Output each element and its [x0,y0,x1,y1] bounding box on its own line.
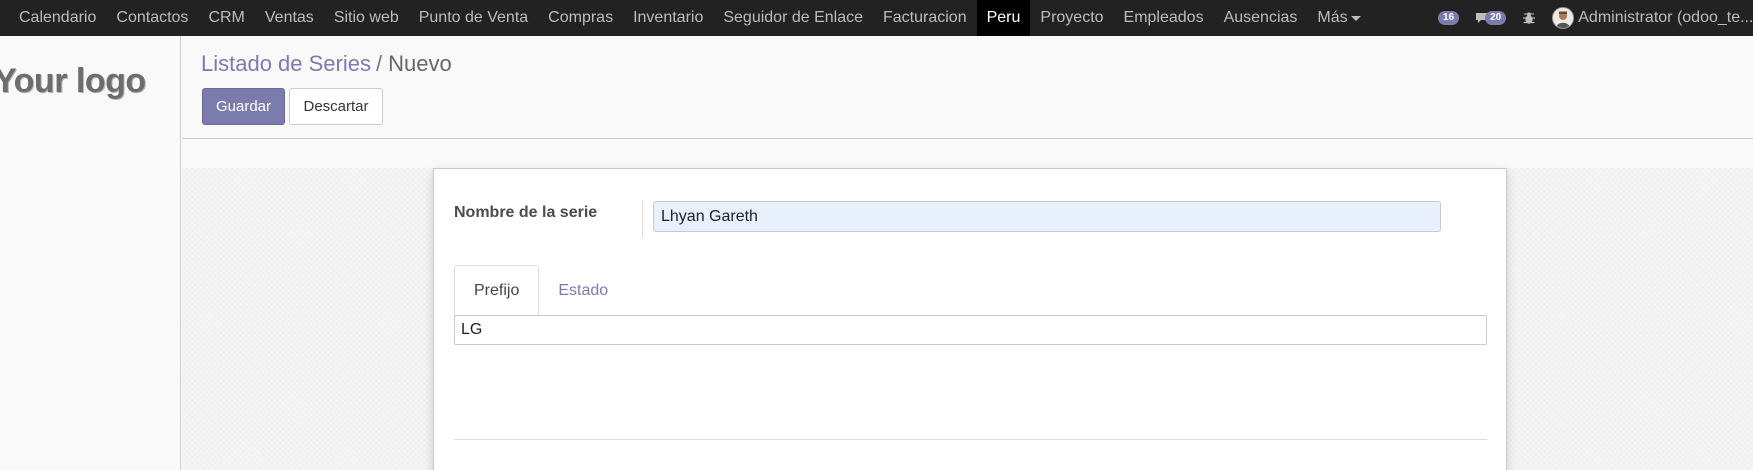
menu-facturacion[interactable]: Facturacion [873,0,977,36]
user-portrait-icon [1553,8,1574,28]
menu-proyecto[interactable]: Proyecto [1030,0,1113,36]
message-count-badge: 20 [1485,11,1507,25]
menu-ausencias[interactable]: Ausencias [1214,0,1308,36]
systray: 16 20 Administrator (odoo_te... [1432,0,1753,36]
menu-compras[interactable]: Compras [538,0,623,36]
breadcrumb: Listado de Series / Nuevo [201,51,452,77]
debug-button[interactable] [1522,11,1536,25]
series-name-label: Nombre de la serie [454,204,598,221]
menu-mas-label: Más [1317,9,1348,26]
menu-sitio-web[interactable]: Sitio web [324,0,409,36]
top-navbar: Calendario Contactos CRM Ventas Sitio we… [0,0,1753,36]
series-name-input[interactable] [653,201,1441,232]
notebook-tabs: Prefijo Estado [454,265,627,316]
form-sheet: Nombre de la serie Prefijo Estado [433,168,1507,470]
menu-seguidor-de-enlace[interactable]: Seguidor de Enlace [713,0,873,36]
menu-peru[interactable]: Peru [976,0,1031,36]
form-view-background: Nombre de la serie Prefijo Estado [182,168,1753,470]
bug-icon [1523,12,1536,24]
section-divider [454,439,1487,440]
field-divider [642,200,643,238]
user-menu[interactable]: Administrator (odoo_te... [1578,9,1753,27]
menu-crm[interactable]: CRM [198,0,254,36]
menu-inventario[interactable]: Inventario [623,0,713,36]
menu-punto-de-venta[interactable]: Punto de Venta [409,0,538,36]
messaging-button[interactable]: 20 [1475,11,1507,25]
control-panel: Listado de Series / Nuevo Guardar Descarta… [182,36,1753,139]
breadcrumb-parent-link[interactable]: Listado de Series [201,51,371,76]
menu-contactos[interactable]: Contactos [106,0,198,36]
activity-count-badge: 16 [1438,11,1460,25]
prefix-input[interactable] [454,315,1487,345]
breadcrumb-separator: / [376,51,383,76]
save-button[interactable]: Guardar [202,88,285,125]
left-sidebar: Your logo [0,36,181,470]
activity-button[interactable]: 16 [1432,11,1460,25]
caret-down-icon [1350,15,1361,21]
app-menu: Calendario Contactos CRM Ventas Sitio we… [0,0,1371,36]
discard-button[interactable]: Descartar [289,88,383,125]
breadcrumb-current: Nuevo [388,51,452,76]
menu-calendario[interactable]: Calendario [9,0,106,36]
user-avatar[interactable] [1552,7,1575,29]
menu-mas-dropdown[interactable]: Más [1307,0,1370,36]
tab-prefijo[interactable]: Prefijo [454,265,540,316]
menu-empleados[interactable]: Empleados [1114,0,1214,36]
company-logo[interactable]: Your logo [0,62,146,101]
menu-ventas[interactable]: Ventas [255,0,324,36]
tab-estado[interactable]: Estado [539,265,627,316]
